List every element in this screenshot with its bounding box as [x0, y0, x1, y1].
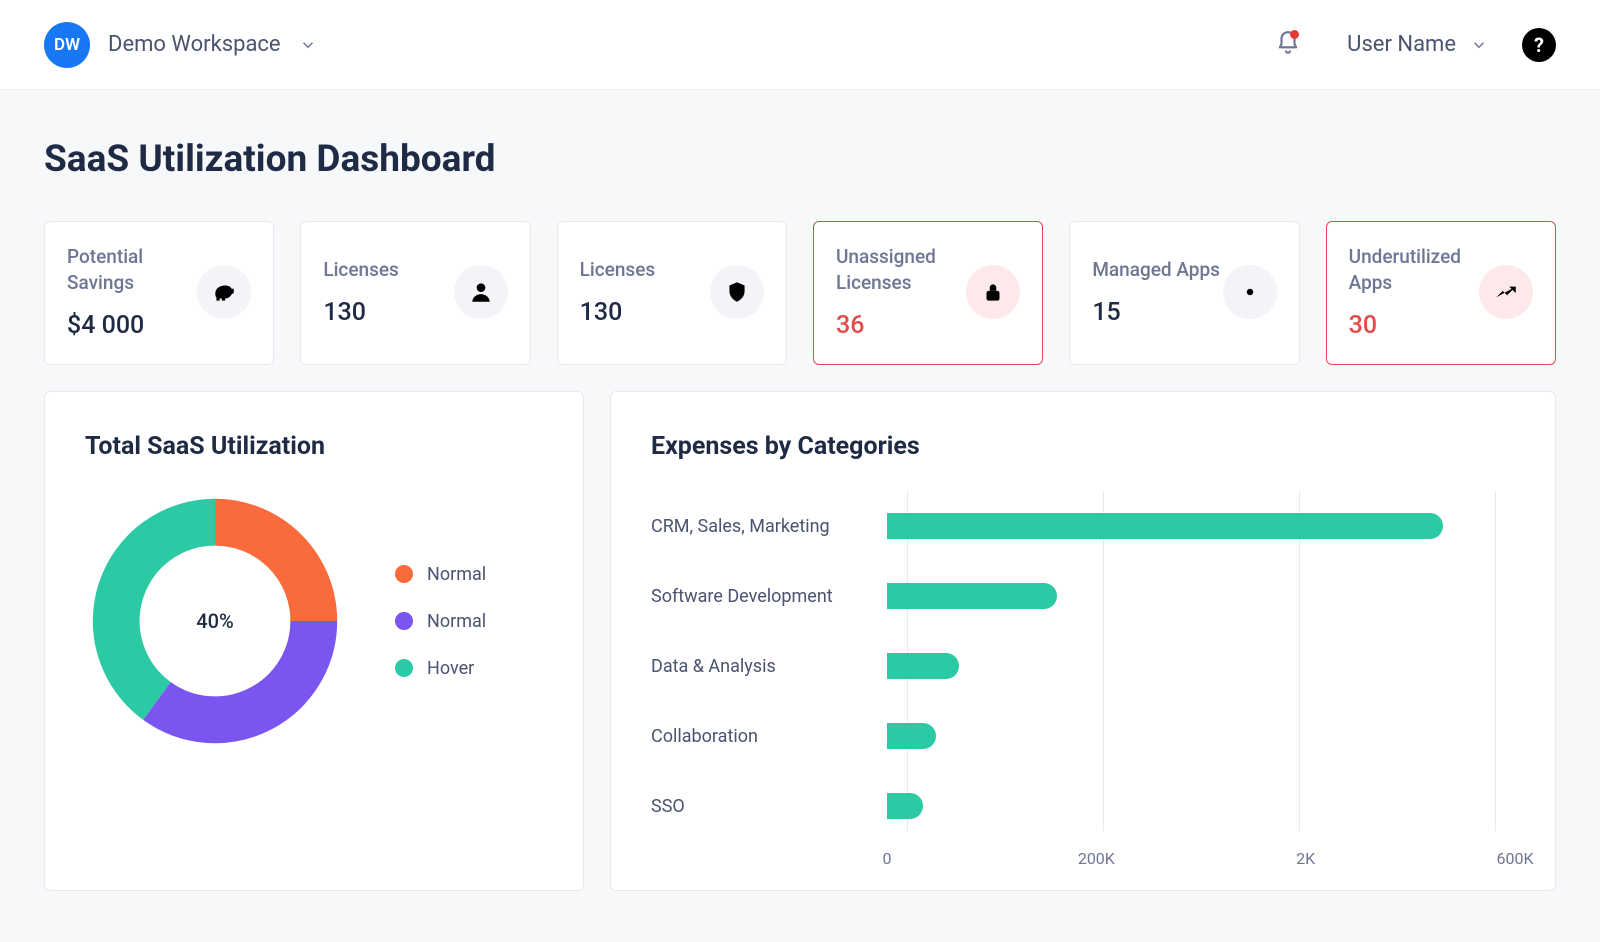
legend-item: Hover	[395, 658, 486, 679]
legend-label: Normal	[427, 564, 486, 585]
kpi-label: Licenses	[323, 257, 399, 283]
bar-chart: CRM, Sales, Marketing Software Developme…	[651, 491, 1515, 873]
kpi-value: 130	[323, 298, 399, 327]
bar-x-axis: 0200K2K600K	[887, 849, 1515, 873]
notifications-button[interactable]	[1275, 30, 1301, 60]
bar-fill	[887, 513, 1443, 539]
bar-category-label: Data & Analysis	[651, 656, 887, 677]
workspace-switcher[interactable]: DW Demo Workspace	[44, 22, 317, 68]
card-title: Expenses by Categories	[651, 432, 1515, 461]
legend-color-dot	[395, 565, 413, 583]
user-icon	[454, 265, 508, 319]
total-utilization-card: Total SaaS Utilization 40% Normal Normal…	[44, 391, 584, 891]
shield-icon	[710, 265, 764, 319]
axis-tick-label: 0	[883, 849, 892, 868]
piggy-bank-icon	[197, 265, 251, 319]
axis-tick-label: 200K	[1078, 849, 1115, 868]
donut-center-label: 40%	[85, 491, 345, 751]
legend-color-dot	[395, 612, 413, 630]
kpi-label: Potential Savings	[67, 244, 197, 295]
chevron-down-icon	[1470, 36, 1488, 54]
line-chart-icon	[1479, 265, 1533, 319]
notification-dot	[1290, 30, 1299, 39]
workspace-avatar: DW	[44, 22, 90, 68]
lock-icon	[966, 265, 1020, 319]
kpi-value: 15	[1092, 298, 1220, 327]
kpi-value: 36	[836, 311, 966, 340]
workspace-name: Demo Workspace	[108, 32, 281, 57]
legend-item: Normal	[395, 611, 486, 632]
kpi-potential-savings[interactable]: Potential Savings $4 000	[44, 221, 274, 365]
expenses-by-categories-card: Expenses by Categories CRM, Sales, Marke…	[610, 391, 1556, 891]
app-header: DW Demo Workspace User Name ?	[0, 0, 1600, 90]
chevron-down-icon	[299, 36, 317, 54]
kpi-unassigned-licenses[interactable]: Unassigned Licenses 36	[813, 221, 1043, 365]
kpi-label: Underutilized Apps	[1349, 244, 1479, 295]
bar-category-label: CRM, Sales, Marketing	[651, 516, 887, 537]
bar-fill	[887, 793, 923, 819]
bar-fill	[887, 653, 959, 679]
kpi-managed-apps[interactable]: Managed Apps 15	[1069, 221, 1299, 365]
kpi-value: $4 000	[67, 311, 197, 340]
legend-label: Normal	[427, 611, 486, 632]
donut-chart: 40%	[85, 491, 345, 751]
kpi-value: 30	[1349, 311, 1479, 340]
donut-legend: Normal Normal Hover	[395, 564, 486, 679]
gear-icon	[1223, 265, 1277, 319]
kpi-row: Potential Savings $4 000 Licenses 130 Li…	[44, 221, 1556, 365]
bar-track	[887, 513, 1515, 539]
axis-tick-label: 600K	[1496, 849, 1533, 868]
bar-category-label: Software Development	[651, 586, 887, 607]
bar-track	[887, 793, 1515, 819]
kpi-label: Licenses	[580, 257, 656, 283]
legend-item: Normal	[395, 564, 486, 585]
kpi-label: Unassigned Licenses	[836, 244, 966, 295]
bar-track	[887, 723, 1515, 749]
legend-color-dot	[395, 659, 413, 677]
bar-track	[887, 583, 1515, 609]
kpi-value: 130	[580, 298, 656, 327]
kpi-licenses-users[interactable]: Licenses 130	[300, 221, 530, 365]
kpi-label: Managed Apps	[1092, 257, 1220, 283]
bar-track	[887, 653, 1515, 679]
charts-row: Total SaaS Utilization 40% Normal Normal…	[44, 391, 1556, 891]
bar-fill	[887, 583, 1057, 609]
bar-category-label: Collaboration	[651, 726, 887, 747]
page-body: SaaS Utilization Dashboard Potential Sav…	[0, 90, 1600, 939]
bar-category-label: SSO	[651, 796, 887, 817]
card-title: Total SaaS Utilization	[85, 432, 543, 461]
help-button[interactable]: ?	[1522, 28, 1556, 62]
kpi-licenses-secured[interactable]: Licenses 130	[557, 221, 787, 365]
user-name: User Name	[1347, 32, 1456, 57]
bar-fill	[887, 723, 936, 749]
kpi-underutilized-apps[interactable]: Underutilized Apps 30	[1326, 221, 1556, 365]
axis-tick-label: 2K	[1296, 849, 1315, 868]
user-menu[interactable]: User Name	[1347, 32, 1488, 57]
page-title: SaaS Utilization Dashboard	[44, 138, 1556, 181]
legend-label: Hover	[427, 658, 474, 679]
